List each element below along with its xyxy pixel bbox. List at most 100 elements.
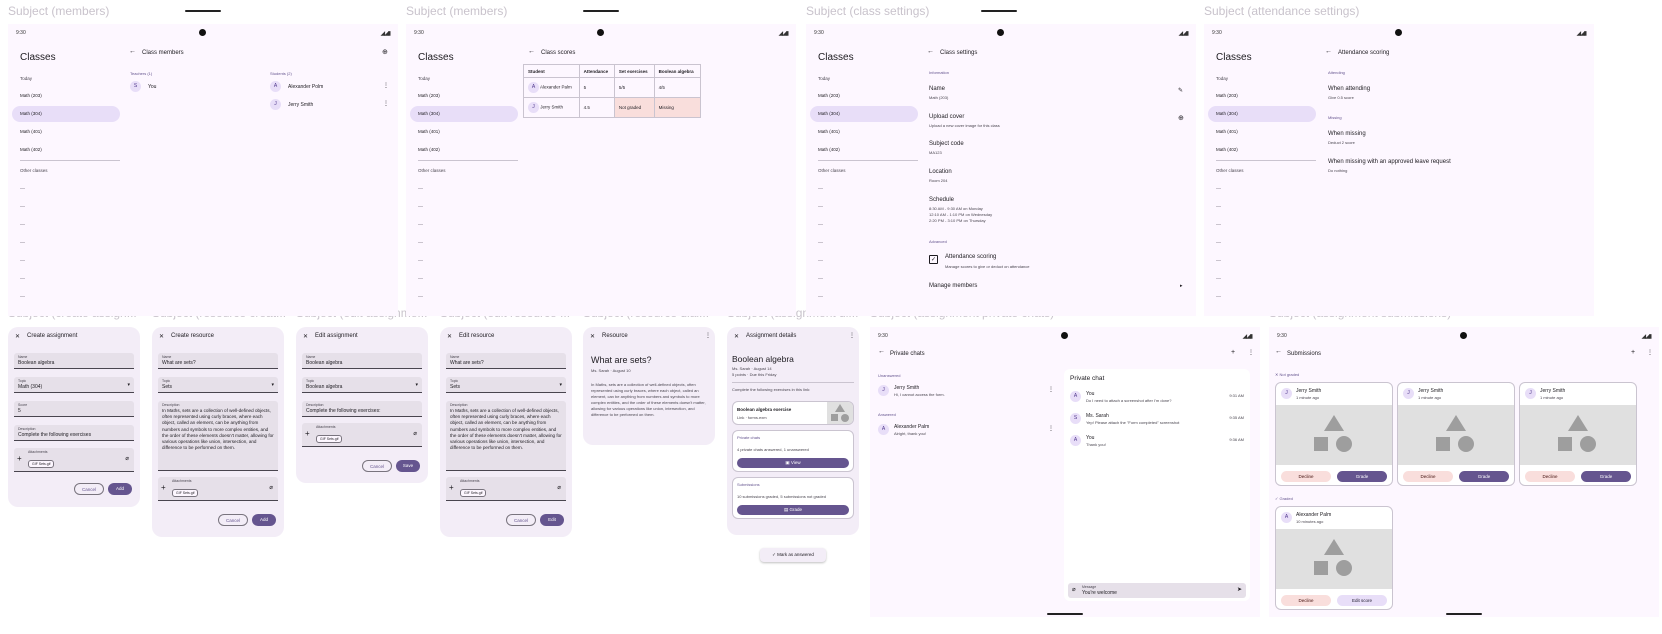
nav-item-math-203[interactable]: Math (203): [810, 88, 918, 104]
chevron-right-icon[interactable]: ▸: [1180, 283, 1183, 289]
chat-name[interactable]: Alexander Palm: [894, 424, 929, 430]
add-icon[interactable]: +: [1631, 349, 1635, 356]
cancel-button[interactable]: Cancel: [506, 514, 536, 526]
score-field[interactable]: Score 5: [14, 401, 134, 417]
setting-name-label[interactable]: Name: [929, 86, 945, 92]
add-member-icon[interactable]: ⊕: [382, 48, 388, 56]
edit-score-button[interactable]: Edit score: [1337, 595, 1387, 606]
attachment-chip[interactable]: GIF Sets.gif: [460, 489, 487, 497]
close-icon[interactable]: ✕: [15, 333, 20, 340]
mark-answered-button[interactable]: ✓ Mark as answered: [760, 548, 826, 562]
edit-button[interactable]: Edit: [540, 514, 564, 526]
upload-cover-label[interactable]: Upload cover: [929, 114, 964, 120]
cancel-button[interactable]: Cancel: [362, 460, 392, 472]
more-vert-icon[interactable]: ⋮: [383, 82, 389, 89]
nav-item-math-401[interactable]: Math (401): [12, 124, 120, 140]
add-button[interactable]: Add: [252, 514, 276, 526]
back-arrow-icon[interactable]: ←: [1275, 348, 1282, 355]
more-vert-icon[interactable]: ⋮: [1647, 349, 1653, 356]
attachments-field[interactable]: + Attachments GIF Sets.gif ⌀: [446, 477, 566, 501]
send-icon[interactable]: ➤: [1237, 586, 1242, 593]
description-field[interactable]: Description Complete the following exerci…: [14, 425, 134, 441]
add-attachment-icon: +: [449, 483, 454, 492]
topic-select[interactable]: Topic Boolean algebra ▾: [302, 377, 422, 393]
description-field[interactable]: Description In Maths, sets are a collecti…: [158, 401, 278, 471]
nav-item-math-401[interactable]: Math (401): [1208, 124, 1316, 140]
decline-button[interactable]: Decline: [1281, 595, 1331, 606]
more-vert-icon[interactable]: ⋮: [849, 332, 855, 339]
grade-button[interactable]: Grade: [1459, 471, 1509, 482]
when-attending-label[interactable]: When attending: [1328, 86, 1370, 92]
decline-button[interactable]: Decline: [1525, 471, 1575, 482]
back-arrow-icon[interactable]: ←: [1325, 48, 1332, 55]
grade-button[interactable]: ▤ Grade: [737, 505, 849, 515]
close-icon[interactable]: ✕: [734, 333, 739, 340]
decline-button[interactable]: Decline: [1281, 471, 1331, 482]
back-arrow-icon[interactable]: ←: [528, 48, 535, 55]
cancel-button[interactable]: Cancel: [74, 483, 104, 495]
subject-code-label[interactable]: Subject code: [929, 141, 964, 147]
attachment-chip[interactable]: GIF Sets.gif: [316, 435, 343, 443]
save-button[interactable]: Save: [396, 460, 420, 472]
attachment-chip[interactable]: GIF Sets.gif: [172, 489, 199, 497]
name-field[interactable]: Name What are sets?: [446, 353, 566, 369]
schedule-label[interactable]: Schedule: [929, 197, 954, 203]
attendance-scoring-label[interactable]: Attendance scoring: [945, 254, 996, 260]
view-button[interactable]: ▣ View: [737, 458, 849, 468]
nav-item-math-304[interactable]: Math (304): [810, 106, 918, 122]
more-vert-icon[interactable]: ⋮: [705, 332, 711, 339]
nav-item-math-304[interactable]: Math (304): [12, 106, 120, 122]
status-time: 9:30: [1277, 333, 1287, 339]
name-field[interactable]: Name Boolean algebra: [14, 353, 134, 369]
attachment-chip[interactable]: GIF Sets.gif: [28, 460, 55, 468]
nav-item-math-402[interactable]: Math (402): [1208, 142, 1316, 158]
grade-button[interactable]: Grade: [1337, 471, 1387, 482]
back-arrow-icon[interactable]: ←: [129, 48, 136, 55]
attachments-field[interactable]: + Attachments GIF Sets.gif ⌀: [158, 477, 278, 501]
attachments-field[interactable]: + Attachments GIF Sets.gif ⌀: [14, 448, 134, 472]
back-arrow-icon[interactable]: ←: [927, 48, 934, 55]
when-leave-label[interactable]: When missing with an approved leave requ…: [1328, 159, 1451, 165]
more-vert-icon[interactable]: ⋮: [1048, 386, 1054, 393]
close-icon[interactable]: ✕: [303, 333, 308, 340]
nav-item-math-203[interactable]: Math (203): [1208, 88, 1316, 104]
nav-item-math-401[interactable]: Math (401): [410, 124, 518, 140]
more-vert-icon[interactable]: ⋮: [1048, 425, 1054, 432]
add-photo-icon[interactable]: ⊕: [1178, 114, 1184, 122]
name-field[interactable]: Name What are sets?: [158, 353, 278, 369]
back-arrow-icon[interactable]: ←: [878, 348, 885, 355]
topic-select[interactable]: Topic Sets ▾: [158, 377, 278, 393]
edit-pencil-icon[interactable]: ✎: [1178, 87, 1183, 94]
nav-item-math-304[interactable]: Math (304): [410, 106, 518, 122]
link-card[interactable]: Boolean algebra exercise Link · forms.ex…: [732, 401, 854, 425]
close-icon[interactable]: ✕: [447, 333, 452, 340]
nav-item-math-203[interactable]: Math (203): [410, 88, 518, 104]
close-icon[interactable]: ✕: [590, 333, 595, 340]
topic-select[interactable]: Topic Math (304) ▾: [14, 377, 134, 393]
add-icon[interactable]: +: [1231, 349, 1235, 356]
nav-item-math-203[interactable]: Math (203): [12, 88, 120, 104]
add-button[interactable]: Add: [108, 483, 132, 495]
nav-item-math-401[interactable]: Math (401): [810, 124, 918, 140]
decline-button[interactable]: Decline: [1403, 471, 1453, 482]
nav-item-math-402[interactable]: Math (402): [810, 142, 918, 158]
description-field[interactable]: Description Complete the following exerci…: [302, 401, 422, 417]
close-icon[interactable]: ✕: [159, 333, 164, 340]
nav-item-math-304[interactable]: Math (304): [1208, 106, 1316, 122]
topic-select[interactable]: Topic Sets ▾: [446, 377, 566, 393]
when-missing-label[interactable]: When missing: [1328, 131, 1366, 137]
nav-item-math-402[interactable]: Math (402): [410, 142, 518, 158]
checkbox-icon[interactable]: ✓: [929, 255, 938, 264]
nav-item-math-402[interactable]: Math (402): [12, 142, 120, 158]
more-vert-icon[interactable]: ⋮: [1248, 349, 1254, 356]
chat-name[interactable]: Jerry Smith: [894, 385, 919, 391]
name-field[interactable]: Name Boolean algebra: [302, 353, 422, 369]
message-input[interactable]: ⌀ Message You're welcome ➤: [1068, 583, 1246, 598]
more-vert-icon[interactable]: ⋮: [383, 100, 389, 107]
attachments-field[interactable]: + Attachments GIF Sets.gif ⌀: [302, 423, 422, 447]
description-field[interactable]: Description In Maths, sets are a collecti…: [446, 401, 566, 471]
cancel-button[interactable]: Cancel: [218, 514, 248, 526]
grade-button[interactable]: Grade: [1581, 471, 1631, 482]
location-label[interactable]: Location: [929, 169, 952, 175]
manage-members-label[interactable]: Manage members: [929, 283, 977, 289]
